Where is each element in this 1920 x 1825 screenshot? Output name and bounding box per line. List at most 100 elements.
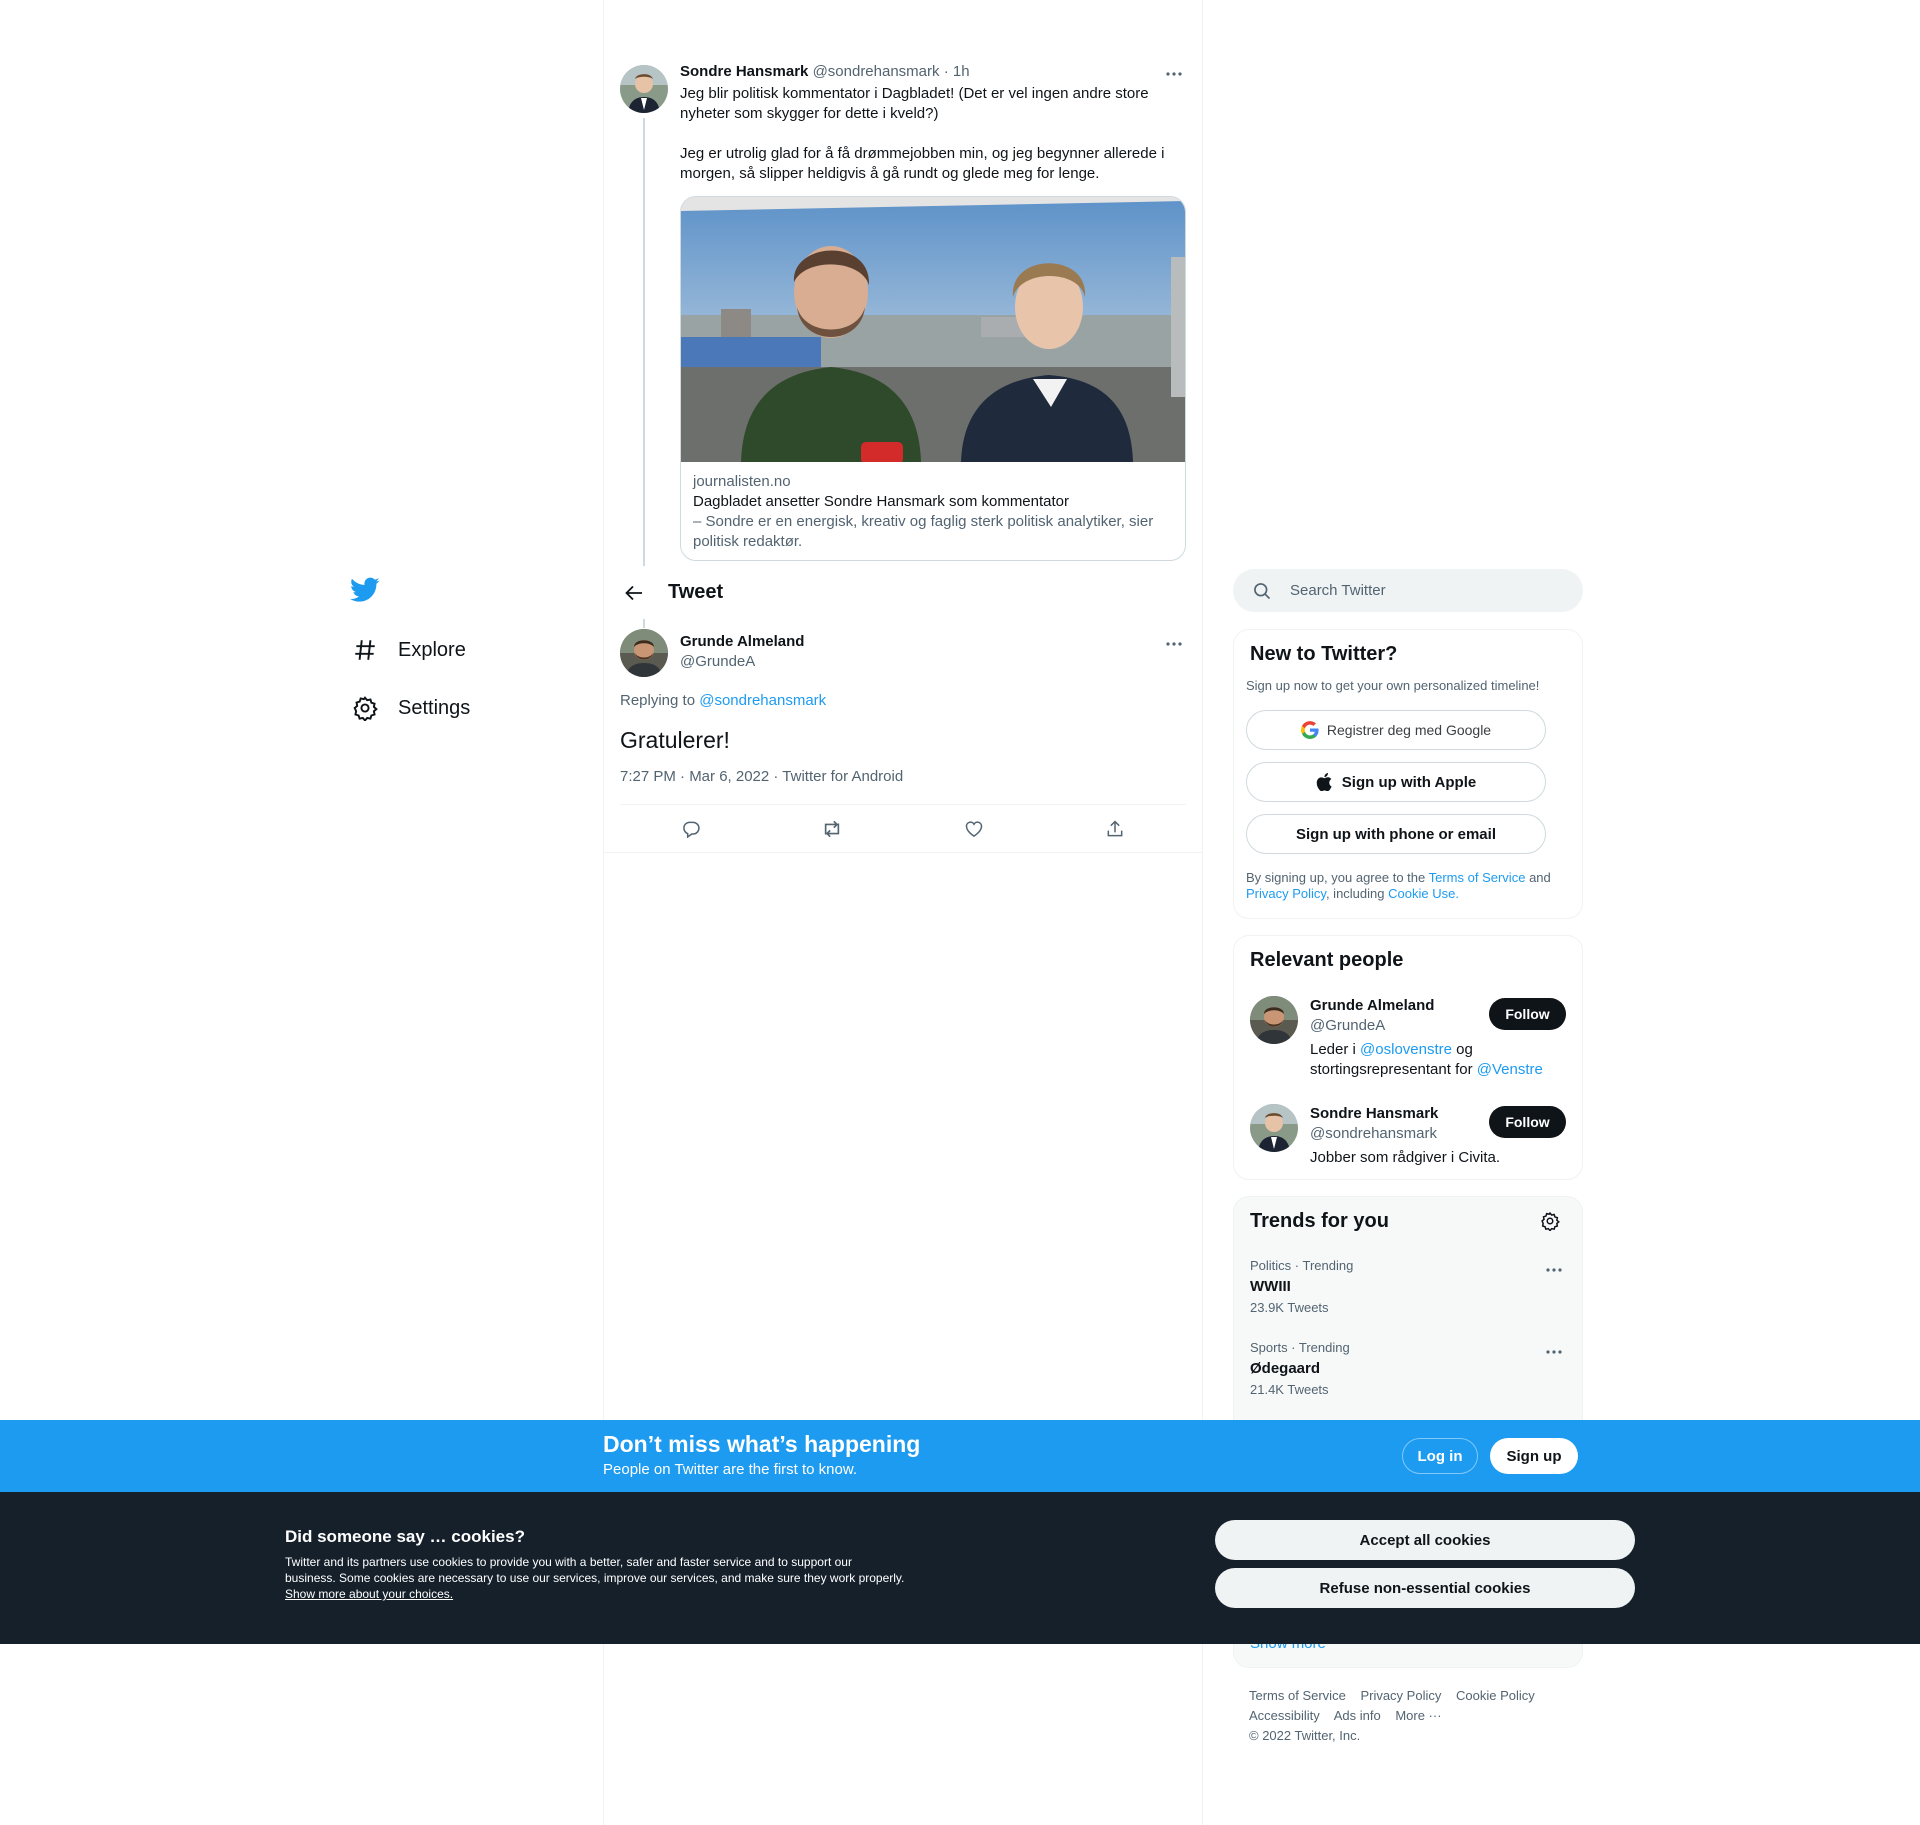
- tweet-paragraph: Jeg er utrolig glad for å få drømmejobbe…: [680, 145, 1165, 182]
- signup-legal-text: By signing up, you agree to the Terms of…: [1246, 870, 1572, 902]
- person-info: Grunde Almeland @GrundeA: [1310, 996, 1434, 1036]
- author-handle[interactable]: @GrundeA: [680, 652, 804, 672]
- gear-icon: [1541, 1211, 1560, 1231]
- twitter-logo-icon[interactable]: [340, 565, 390, 615]
- footer-link[interactable]: Ads info: [1334, 1708, 1381, 1723]
- page-title: Tweet: [668, 581, 724, 603]
- more-icon: [1546, 1268, 1562, 1272]
- bio-text: Leder i: [1310, 1041, 1356, 1058]
- author-info: Grunde Almeland @GrundeA: [680, 632, 804, 672]
- google-icon: [1300, 721, 1319, 739]
- refuse-cookies-button[interactable]: Refuse non-essential cookies: [1215, 1568, 1635, 1608]
- heart-icon: [965, 820, 982, 837]
- divider: [604, 852, 1202, 853]
- nav-explore[interactable]: Explore: [340, 621, 590, 679]
- phone-signup-label: Sign up with phone or email: [1295, 825, 1496, 843]
- more-options-button[interactable]: [1162, 62, 1186, 86]
- trend-name: Ødegaard: [1250, 1360, 1321, 1377]
- terms-link[interactable]: Terms of Service: [1429, 870, 1526, 885]
- trend-more-button[interactable]: [1542, 1342, 1566, 1362]
- trend-more-button[interactable]: [1542, 1260, 1566, 1280]
- google-signup-button[interactable]: Registrer deg med Google: [1246, 710, 1546, 750]
- footer-link[interactable]: Accessibility: [1249, 1708, 1320, 1723]
- avatar[interactable]: [620, 629, 668, 677]
- cookie-consent-bar: Did someone say … cookies? Twitter and i…: [0, 1492, 1920, 1644]
- google-signup-label: Registrer deg med Google: [1326, 722, 1492, 738]
- person-name[interactable]: Grunde Almeland: [1310, 996, 1434, 1016]
- reply-button[interactable]: [674, 812, 708, 846]
- trend-name: WWIII: [1250, 1278, 1291, 1295]
- signup-button[interactable]: Sign up: [1490, 1438, 1578, 1474]
- login-button[interactable]: Log in: [1402, 1438, 1478, 1474]
- person-handle[interactable]: @GrundeA: [1310, 1016, 1434, 1036]
- nav-explore-label: Explore: [398, 638, 466, 661]
- apple-signup-button[interactable]: Sign up with Apple: [1246, 762, 1546, 802]
- left-nav: Explore Settings: [340, 565, 590, 737]
- avatar[interactable]: [620, 65, 668, 113]
- avatar[interactable]: [1250, 996, 1298, 1044]
- bio-mention-link[interactable]: @Venstre: [1477, 1061, 1543, 1078]
- search-input[interactable]: [1290, 582, 1560, 599]
- footer-link[interactable]: Cookie Policy: [1456, 1688, 1535, 1703]
- bio-mention-link[interactable]: @oslovenstre: [1360, 1041, 1452, 1058]
- footer-link[interactable]: Privacy Policy: [1360, 1688, 1441, 1703]
- tweet-text: Jeg blir politisk kommentator i Dagblade…: [680, 84, 1186, 184]
- more-options-button[interactable]: [1162, 632, 1186, 656]
- reply-icon: [682, 821, 700, 838]
- tweet-timestamp[interactable]: 7:27 PM · Mar 6, 2022 · Twitter for Andr…: [620, 768, 903, 785]
- tweet-text: Gratulerer!: [620, 727, 730, 753]
- nav-settings[interactable]: Settings: [340, 679, 590, 737]
- share-button[interactable]: [1098, 812, 1132, 846]
- trend-item[interactable]: Sports · Trending Ødegaard 21.4K Tweets: [1250, 1340, 1566, 1398]
- person-handle[interactable]: @sondrehansmark: [1310, 1124, 1438, 1144]
- person-info: Sondre Hansmark @sondrehansmark: [1310, 1104, 1438, 1144]
- accept-cookies-button[interactable]: Accept all cookies: [1215, 1520, 1635, 1560]
- relevant-people-panel: Relevant people Grunde Almeland @GrundeA…: [1233, 935, 1583, 1180]
- tweet-paragraph: Jeg blir politisk kommentator i Dagblade…: [680, 85, 1149, 122]
- banner-title: Don’t miss what’s happening: [603, 1431, 921, 1457]
- cookie-use-link[interactable]: Cookie Use.: [1388, 886, 1459, 901]
- replying-to-link[interactable]: @sondrehansmark: [699, 692, 826, 709]
- apple-signup-label: Sign up with Apple: [1341, 773, 1477, 791]
- more-icon: [1166, 72, 1182, 76]
- arrow-left-icon: [625, 585, 642, 600]
- legal-text: , including: [1325, 886, 1385, 901]
- cookie-choices-link[interactable]: Show more about your choices.: [285, 1587, 453, 1601]
- back-button[interactable]: [606, 576, 662, 610]
- person-name[interactable]: Sondre Hansmark: [1310, 1104, 1438, 1124]
- panel-title: New to Twitter?: [1250, 643, 1398, 665]
- phone-email-signup-button[interactable]: Sign up with phone or email: [1246, 814, 1546, 854]
- trend-category: Politics · Trending: [1250, 1258, 1354, 1273]
- follow-button[interactable]: Follow: [1489, 998, 1566, 1030]
- follow-button[interactable]: Follow: [1489, 1106, 1566, 1138]
- thread-line: [643, 118, 645, 628]
- legal-text: By signing up, you agree to the: [1246, 870, 1426, 885]
- replying-prefix: Replying to: [620, 692, 696, 709]
- legal-text: and: [1529, 870, 1551, 885]
- trend-item[interactable]: Politics · Trending WWIII 23.9K Tweets: [1250, 1258, 1566, 1316]
- tweet-time[interactable]: · 1h: [944, 63, 970, 80]
- link-card[interactable]: journalisten.no Dagbladet ansetter Sondr…: [680, 196, 1186, 561]
- retweet-button[interactable]: [815, 812, 849, 846]
- footer-more-link[interactable]: More ···: [1395, 1708, 1441, 1723]
- footer-link[interactable]: Terms of Service: [1249, 1688, 1346, 1703]
- like-button[interactable]: [957, 812, 991, 846]
- more-icon: [1166, 642, 1182, 646]
- author-name[interactable]: Sondre Hansmark: [680, 63, 808, 80]
- search-icon: [1252, 581, 1272, 601]
- trends-settings-button[interactable]: [1540, 1211, 1560, 1231]
- avatar[interactable]: [1250, 1104, 1298, 1152]
- author-name[interactable]: Grunde Almeland: [680, 632, 804, 652]
- footer: Terms of Service Privacy Policy Cookie P…: [1249, 1686, 1569, 1746]
- person-bio: Jobber som rådgiver i Civita.: [1310, 1149, 1501, 1166]
- tweet-header: Tweet: [604, 566, 1202, 619]
- cookie-title: Did someone say … cookies?: [285, 1527, 525, 1546]
- tweet-actions: [620, 804, 1186, 852]
- cookie-description: Twitter and its partners use cookies to …: [285, 1555, 905, 1585]
- panel-subtitle: Sign up now to get your own personalized…: [1246, 678, 1540, 693]
- gear-icon: [352, 695, 378, 721]
- privacy-link[interactable]: Privacy Policy: [1246, 886, 1326, 901]
- author-handle[interactable]: @sondrehansmark: [813, 63, 940, 80]
- trend-count: 23.9K Tweets: [1250, 1300, 1329, 1315]
- search-box[interactable]: [1233, 569, 1583, 612]
